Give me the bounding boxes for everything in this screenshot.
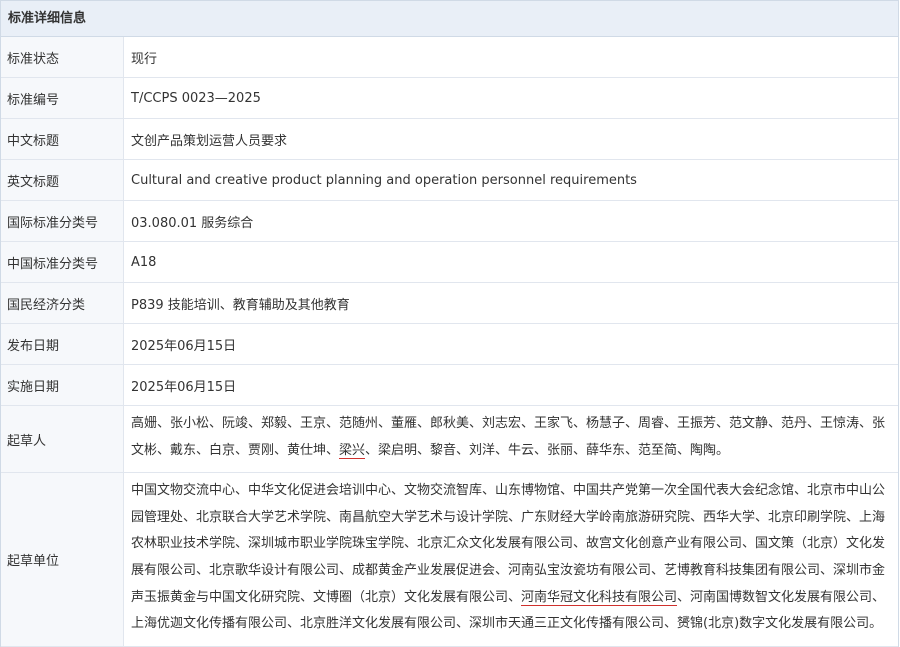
row-value: 现行	[123, 37, 898, 78]
row-label: 标准状态	[1, 37, 124, 78]
panel-title: 标准详细信息	[1, 1, 898, 37]
detail-row: 国民经济分类 P839 技能培训、教育辅助及其他教育	[1, 282, 898, 324]
detail-row: 标准编号 T/CCPS 0023—2025	[1, 77, 898, 119]
detail-row: 实施日期 2025年06月15日	[1, 364, 898, 406]
detail-row: 标准状态 现行	[1, 37, 898, 78]
row-label: 中文标题	[1, 118, 124, 160]
units-label: 起草单位	[1, 472, 124, 647]
drafters-row: 起草人 高姗、张小松、阮竣、郑毅、王京、范随州、董雁、郎秋美、刘志宏、王家飞、杨…	[1, 405, 898, 474]
drafters-value: 高姗、张小松、阮竣、郑毅、王京、范随州、董雁、郎秋美、刘志宏、王家飞、杨慧子、周…	[123, 405, 898, 474]
row-label: 英文标题	[1, 159, 124, 201]
row-label: 实施日期	[1, 364, 124, 406]
row-label: 中国标准分类号	[1, 241, 124, 283]
row-value: P839 技能培训、教育辅助及其他教育	[123, 282, 898, 324]
row-label: 国民经济分类	[1, 282, 124, 324]
row-label: 标准编号	[1, 77, 124, 119]
highlighted-unit: 河南华冠文化科技有限公司	[521, 589, 678, 606]
drafters-label: 起草人	[1, 405, 124, 474]
row-value: 03.080.01 服务综合	[123, 200, 898, 242]
row-value: 文创产品策划运营人员要求	[123, 118, 898, 160]
row-value: 2025年06月15日	[123, 323, 898, 365]
standard-detail-panel: 标准详细信息 标准状态 现行 标准编号 T/CCPS 0023—2025 中文标题文…	[0, 0, 899, 647]
highlighted-drafter: 梁兴	[339, 442, 366, 459]
row-value: 2025年06月15日	[123, 364, 898, 406]
detail-row: 发布日期 2025年06月15日	[1, 323, 898, 365]
drafters-text-rest: 、梁启明、黎音、刘洋、牛云、张丽、薛华东、范至简、陶陶。	[365, 442, 730, 458]
row-label: 国际标准分类号	[1, 200, 124, 242]
row-value: T/CCPS 0023—2025	[123, 77, 898, 119]
row-label: 发布日期	[1, 323, 124, 365]
row-value: Cultural and creative product planning a…	[123, 159, 898, 201]
row-value: A18	[123, 241, 898, 283]
detail-row: 国际标准分类号 03.080.01 服务综合	[1, 200, 898, 242]
detail-row: 中国标准分类号 A18	[1, 241, 898, 283]
detail-row: 英文标题 Cultural and creative product planni…	[1, 159, 898, 201]
detail-table: 标准状态 现行 标准编号 T/CCPS 0023—2025 中文标题 文创产品策划运营…	[1, 37, 898, 647]
detail-row: 中文标题 文创产品策划运营人员要求	[1, 118, 898, 160]
units-value: 中国文物交流中心、中华文化促进会培训中心、文物交流智库、山东博物馆、中国共产党第…	[123, 472, 898, 647]
units-row: 起草单位 中国文物交流中心、中华文化促进会培训中心、文物交流智库、山东博物馆、中…	[1, 472, 898, 647]
units-text: 中国文物交流中心、中华文化促进会培训中心、文物交流智库、山东博物馆、中国共产党第…	[131, 483, 886, 605]
